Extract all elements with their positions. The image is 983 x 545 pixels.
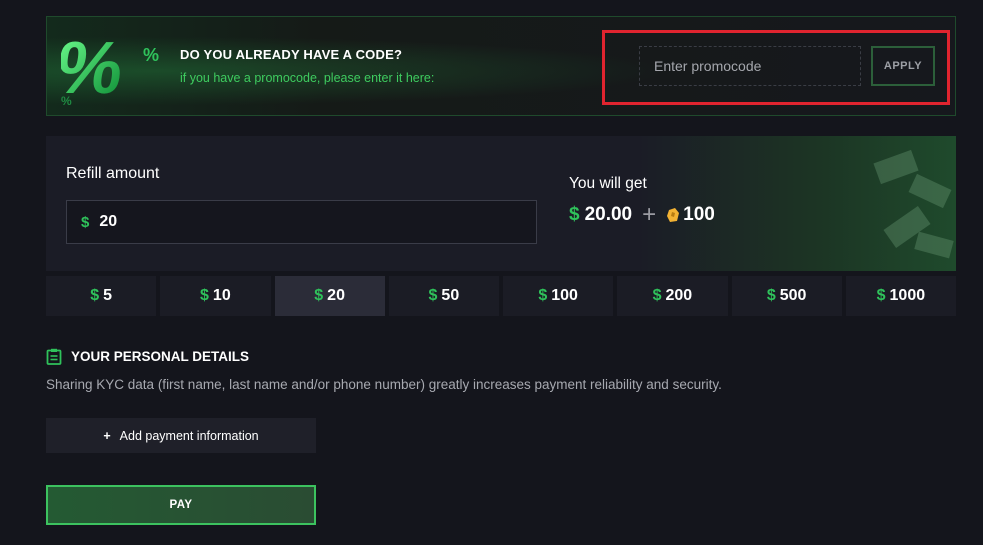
promo-title: DO YOU ALREADY HAVE A CODE? — [180, 47, 403, 62]
kyc-description: Sharing KYC data (first name, last name … — [46, 377, 722, 392]
coin-icon — [667, 208, 680, 222]
preset-amount-label: 50 — [441, 287, 460, 304]
promocode-input[interactable] — [639, 46, 861, 86]
refill-amount-label: Refill amount — [66, 165, 160, 182]
promo-banner: % % % DO YOU ALREADY HAVE A CODE? if you… — [46, 16, 956, 116]
dollar-icon: $ — [876, 287, 886, 304]
dollar-icon: $ — [200, 287, 209, 304]
dollar-icon: $ — [766, 287, 776, 304]
preset-amount-button[interactable]: $ 1000 — [845, 276, 956, 316]
preset-amount-label: 5 — [103, 287, 113, 304]
svg-text:%: % — [143, 45, 159, 65]
preset-amount-label: 20 — [327, 287, 345, 304]
preset-amount-button-selected[interactable]: $ 20 — [274, 276, 385, 316]
preset-amount-button[interactable]: $ 200 — [617, 276, 728, 316]
dollar-icon: $ — [314, 287, 324, 304]
refill-amount-input[interactable]: $ 20 — [66, 200, 537, 244]
pay-button[interactable]: PAY — [46, 485, 316, 525]
clipboard-icon — [46, 348, 62, 365]
plus-icon: + — [103, 428, 111, 443]
add-payment-information-label: Add payment information — [119, 428, 259, 443]
add-payment-information-button[interactable]: + Add payment information — [46, 418, 316, 453]
refill-panel: Refill amount $ 20 You will get $ 20.00 … — [46, 136, 956, 271]
apply-button[interactable]: APPLY — [871, 46, 935, 86]
dollar-icon: $ — [538, 287, 548, 304]
preset-amount-button[interactable]: $ 100 — [503, 276, 614, 316]
money-bills-icon — [873, 149, 954, 259]
personal-details-heading: YOUR PERSONAL DETAILS — [46, 348, 249, 365]
personal-details-title: YOUR PERSONAL DETAILS — [71, 349, 250, 364]
preset-amount-label: 100 — [551, 287, 578, 304]
dollar-icon: $ — [428, 287, 438, 304]
preset-amount-label: 200 — [665, 287, 693, 304]
you-will-get-value: $ 20.00 + 100 — [569, 201, 715, 229]
dollar-icon: $ — [652, 287, 662, 304]
refill-amount-value: 20 — [99, 213, 118, 230]
preset-amount-button[interactable]: $ 500 — [731, 276, 842, 316]
preset-amount-button[interactable]: $ 50 — [388, 276, 499, 316]
dollar-icon: $ — [90, 287, 100, 304]
plus-icon: + — [642, 201, 657, 228]
preset-amount-button[interactable]: $ 5 — [46, 276, 157, 316]
preset-amounts: $ 5 $ 10 $ 20 $ 50 $ 100 $ 200 $ 500 $ 1… — [46, 276, 956, 316]
dollar-icon: $ — [81, 213, 90, 231]
you-will-get-label: You will get — [569, 175, 647, 192]
preset-amount-label: 1000 — [889, 287, 926, 304]
bonus-amount: 100 — [683, 204, 715, 225]
get-amount: 20.00 — [584, 204, 633, 225]
promo-subtitle: if you have a promocode, please enter it… — [180, 71, 435, 85]
preset-amount-label: 10 — [212, 287, 231, 304]
preset-amount-button[interactable]: $ 10 — [160, 276, 271, 316]
svg-text:%: % — [61, 94, 72, 108]
percent-icon: % % % — [61, 26, 159, 109]
preset-amount-label: 500 — [779, 287, 807, 304]
dollar-icon: $ — [569, 204, 580, 225]
